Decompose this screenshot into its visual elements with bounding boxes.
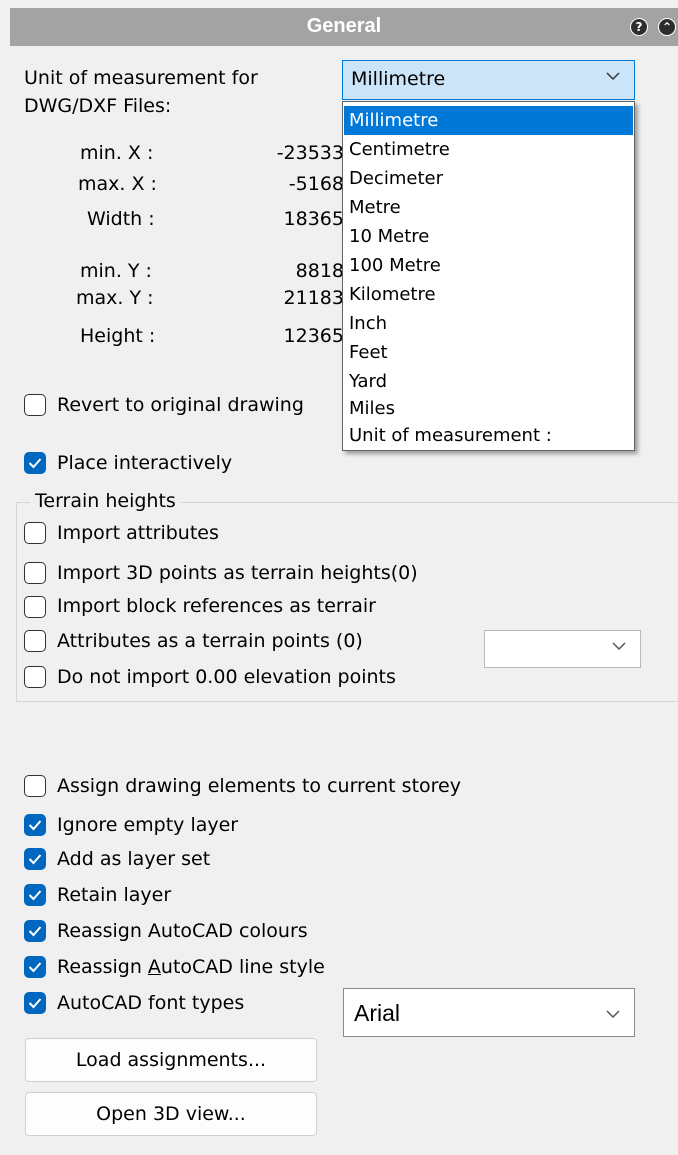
chevron-down-icon	[612, 642, 626, 651]
ignore-empty-layer-checkbox[interactable]	[24, 814, 46, 836]
max-x-value: -5168	[288, 173, 344, 195]
terrain-heights-title: Terrain heights	[30, 488, 181, 514]
reassign-line-style-checkbox[interactable]	[24, 956, 46, 978]
import-3d-points-label: Import 3D points as terrain heights(0)	[57, 562, 418, 584]
add-layer-set-checkbox[interactable]	[24, 848, 46, 870]
ignore-empty-layer-label: Ignore empty layer	[57, 814, 239, 836]
check-icon	[28, 998, 42, 1009]
min-y-value: 8818	[295, 260, 344, 282]
panel-title-bar: General ? ⌃	[10, 8, 678, 46]
check-icon	[28, 458, 42, 469]
unit-option-centimetre[interactable]: Centimetre	[344, 135, 633, 164]
revert-label: Revert to original drawing	[57, 394, 304, 416]
unit-select-value: Millimetre	[351, 68, 446, 90]
min-x-value: -23533	[276, 142, 344, 164]
width-value: 18365	[283, 208, 344, 230]
height-label: Height :	[80, 325, 156, 347]
unit-option-yard[interactable]: Yard	[344, 367, 633, 396]
unit-label-line2: DWG/DXF Files:	[24, 95, 172, 117]
no-zero-elevation-checkbox[interactable]	[24, 666, 46, 688]
check-icon	[28, 890, 42, 901]
place-interactively-checkbox[interactable]	[24, 452, 46, 474]
no-zero-elevation-label: Do not import 0.00 elevation points	[57, 666, 396, 688]
check-icon	[28, 962, 42, 973]
unit-option-kilometre[interactable]: Kilometre	[344, 280, 633, 309]
check-icon	[28, 820, 42, 831]
font-select[interactable]: Arial	[343, 988, 635, 1037]
revert-checkbox[interactable]	[24, 394, 46, 416]
unit-option-feet[interactable]: Feet	[344, 338, 633, 367]
unit-option-decimeter[interactable]: Decimeter	[344, 164, 633, 193]
unit-option-miles[interactable]: Miles	[344, 394, 633, 423]
min-y-label: min. Y :	[80, 260, 152, 282]
height-value: 12365	[283, 325, 344, 347]
font-types-label: AutoCAD font types	[57, 992, 245, 1014]
import-3d-points-checkbox[interactable]	[24, 562, 46, 584]
import-attributes-label: Import attributes	[57, 522, 219, 544]
panel-title: General	[306, 15, 382, 37]
unit-option-10-metre[interactable]: 10 Metre	[344, 222, 633, 251]
unit-select[interactable]: Millimetre	[342, 60, 635, 100]
add-layer-set-label: Add as layer set	[57, 848, 211, 870]
chevron-down-icon	[606, 72, 620, 81]
unit-dropdown-list: Millimetre Centimetre Decimeter Metre 10…	[342, 101, 635, 451]
max-y-label: max. Y :	[76, 287, 154, 309]
retain-layer-checkbox[interactable]	[24, 884, 46, 906]
reassign-colours-label: Reassign AutoCAD colours	[57, 920, 308, 942]
import-block-references-label: Import block references as terrair	[57, 595, 376, 617]
attributes-terrain-checkbox[interactable]	[24, 630, 46, 652]
assign-storey-label: Assign drawing elements to current store…	[57, 775, 461, 797]
max-y-value: 21183	[283, 287, 344, 309]
reassign-line-style-label: Reassign AutoCAD line style	[57, 956, 325, 978]
import-block-references-checkbox[interactable]	[24, 596, 46, 618]
place-interactively-label: Place interactively	[57, 452, 233, 474]
unit-option-unit-of-measurement[interactable]: Unit of measurement :	[344, 421, 633, 450]
attributes-terrain-label: Attributes as a terrain points (0)	[57, 630, 363, 652]
chevron-down-icon	[606, 1010, 620, 1019]
open-3d-view-button[interactable]: Open 3D view...	[25, 1092, 317, 1136]
font-types-checkbox[interactable]	[24, 992, 46, 1014]
unit-option-metre[interactable]: Metre	[344, 193, 633, 222]
unit-option-inch[interactable]: Inch	[344, 309, 633, 338]
help-icon[interactable]: ?	[630, 18, 648, 36]
check-icon	[28, 926, 42, 937]
check-icon	[28, 854, 42, 865]
unit-label-line1: Unit of measurement for	[24, 67, 258, 89]
load-assignments-button[interactable]: Load assignments...	[25, 1038, 317, 1082]
unit-option-100-metre[interactable]: 100 Metre	[344, 251, 633, 280]
import-attributes-checkbox[interactable]	[24, 522, 46, 544]
attribute-select[interactable]	[484, 630, 641, 668]
unit-option-millimetre[interactable]: Millimetre	[344, 106, 633, 135]
width-label: Width :	[87, 208, 155, 230]
retain-layer-label: Retain layer	[57, 884, 172, 906]
min-x-label: min. X :	[80, 142, 154, 164]
font-select-value: Arial	[354, 1000, 401, 1026]
collapse-icon[interactable]: ⌃	[658, 18, 676, 36]
reassign-colours-checkbox[interactable]	[24, 920, 46, 942]
max-x-label: max. X :	[78, 173, 157, 195]
assign-storey-checkbox[interactable]	[24, 775, 46, 797]
